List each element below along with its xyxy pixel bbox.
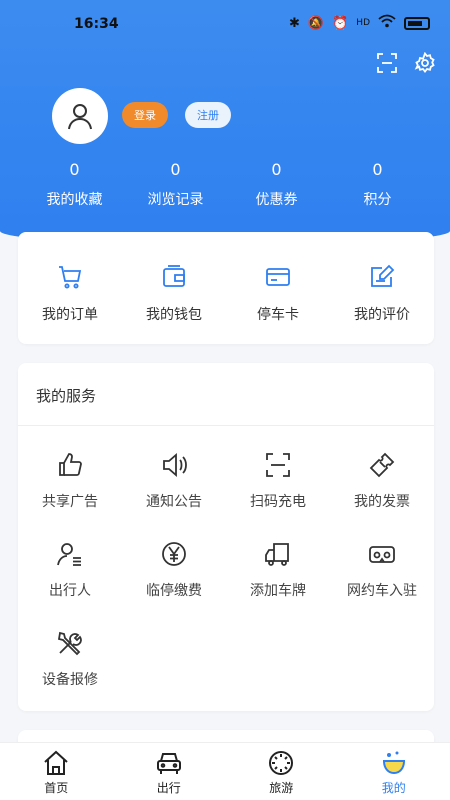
thumb-up-icon — [59, 453, 82, 476]
bluetooth-icon: ✱ — [289, 15, 300, 31]
service-repair[interactable]: 设备报修 — [18, 629, 122, 718]
mine-icon — [382, 751, 405, 775]
login-button[interactable]: 登录 — [122, 102, 168, 128]
stat-value: 0 — [372, 160, 383, 179]
tab-mine[interactable]: 我的 — [338, 743, 450, 800]
stat-label: 我的收藏 — [46, 192, 103, 208]
yen-icon — [162, 542, 186, 566]
service-scan-charge[interactable]: 扫码充电 — [226, 451, 330, 540]
wifi-icon — [378, 14, 396, 32]
status-time: 16:34 — [74, 16, 119, 32]
service-travelers[interactable]: 出行人 — [18, 540, 122, 629]
stat-label: 优惠券 — [255, 192, 298, 208]
service-invoices[interactable]: 我的发票 — [330, 451, 434, 540]
tab-label: 我的 — [381, 781, 406, 795]
my-orders-button[interactable]: 我的订单 — [18, 232, 122, 344]
service-label: 我的发票 — [354, 494, 410, 510]
speaker-icon — [163, 453, 187, 477]
order-label: 停车卡 — [257, 307, 299, 323]
stat-value: 0 — [170, 160, 181, 179]
service-label: 共享广告 — [42, 494, 98, 510]
services-title: 我的服务 — [36, 387, 97, 405]
tools-icon — [57, 631, 82, 656]
battery-icon — [404, 16, 430, 30]
tab-home[interactable]: 首页 — [0, 743, 113, 800]
tab-label: 旅游 — [269, 781, 294, 795]
my-wallet-button[interactable]: 我的钱包 — [122, 232, 226, 344]
scan-icon — [266, 453, 290, 477]
stat-points[interactable]: 0 积分 — [327, 160, 428, 209]
card-icon — [266, 268, 290, 286]
stat-coupons[interactable]: 0 优惠券 — [226, 160, 327, 209]
my-reviews-button[interactable]: 我的评价 — [330, 232, 434, 344]
service-label: 网约车入驻 — [347, 583, 417, 599]
compass-icon — [269, 751, 294, 775]
service-notices[interactable]: 通知公告 — [122, 451, 226, 540]
services-card: 我的服务 共享广告 通知公告 扫码充电 我的发票 出行人 临停缴费 添加车牌 网… — [18, 363, 434, 711]
service-add-plate[interactable]: 添加车牌 — [226, 540, 330, 629]
divider — [18, 425, 434, 426]
register-button[interactable]: 注册 — [185, 102, 231, 128]
service-parking-fee[interactable]: 临停缴费 — [122, 540, 226, 629]
alarm-icon: ⏰ — [332, 15, 349, 31]
tab-tourism[interactable]: 旅游 — [225, 743, 338, 800]
service-label: 临停缴费 — [146, 583, 202, 599]
service-label: 添加车牌 — [250, 583, 306, 599]
order-label: 我的钱包 — [146, 307, 202, 323]
parking-card-button[interactable]: 停车卡 — [226, 232, 330, 344]
service-shared-ads[interactable]: 共享广告 — [18, 451, 122, 540]
stat-label: 浏览记录 — [147, 192, 204, 208]
user-icon — [68, 104, 92, 130]
tab-label: 首页 — [44, 781, 69, 795]
mute-icon: 🔕 — [307, 15, 325, 31]
vr-icon — [369, 546, 395, 563]
edit-icon — [371, 264, 395, 287]
gear-icon[interactable] — [414, 51, 436, 74]
stat-favorites[interactable]: 0 我的收藏 — [24, 160, 125, 209]
stat-history[interactable]: 0 浏览记录 — [125, 160, 226, 209]
service-ride-hailing[interactable]: 网约车入驻 — [330, 540, 434, 629]
service-label: 扫码充电 — [250, 494, 306, 510]
truck-icon — [265, 543, 289, 566]
order-label: 我的评价 — [354, 307, 410, 323]
car-icon — [156, 753, 181, 774]
home-icon — [44, 750, 68, 775]
status-bar: 16:34 ✱ 🔕 ⏰ HD — [0, 0, 450, 48]
stat-label: 积分 — [363, 192, 392, 208]
service-label: 通知公告 — [146, 494, 202, 510]
avatar[interactable] — [52, 88, 108, 144]
service-label: 设备报修 — [42, 672, 98, 688]
wallet-icon — [163, 265, 185, 287]
stat-value: 0 — [271, 160, 282, 179]
tab-label: 出行 — [156, 781, 181, 795]
ticket-icon — [369, 452, 395, 478]
tab-bar: 首页 出行 旅游 我的 — [0, 742, 450, 800]
order-label: 我的订单 — [42, 307, 98, 323]
cart-icon — [59, 266, 82, 289]
service-label: 出行人 — [49, 583, 91, 599]
tab-travel[interactable]: 出行 — [113, 743, 226, 800]
stats-row: 0 我的收藏 0 浏览记录 0 优惠券 0 积分 — [24, 160, 428, 209]
services-grid: 共享广告 通知公告 扫码充电 我的发票 出行人 临停缴费 添加车牌 网约车入驻 … — [18, 451, 434, 718]
scan-icon[interactable] — [376, 52, 398, 74]
orders-card: 我的订单 我的钱包 停车卡 我的评价 — [18, 232, 434, 344]
person-list-icon — [57, 543, 81, 566]
header-actions — [376, 51, 436, 74]
stat-value: 0 — [69, 160, 80, 179]
status-icons: ✱ 🔕 ⏰ HD — [289, 14, 430, 32]
network-label: HD — [356, 18, 370, 28]
